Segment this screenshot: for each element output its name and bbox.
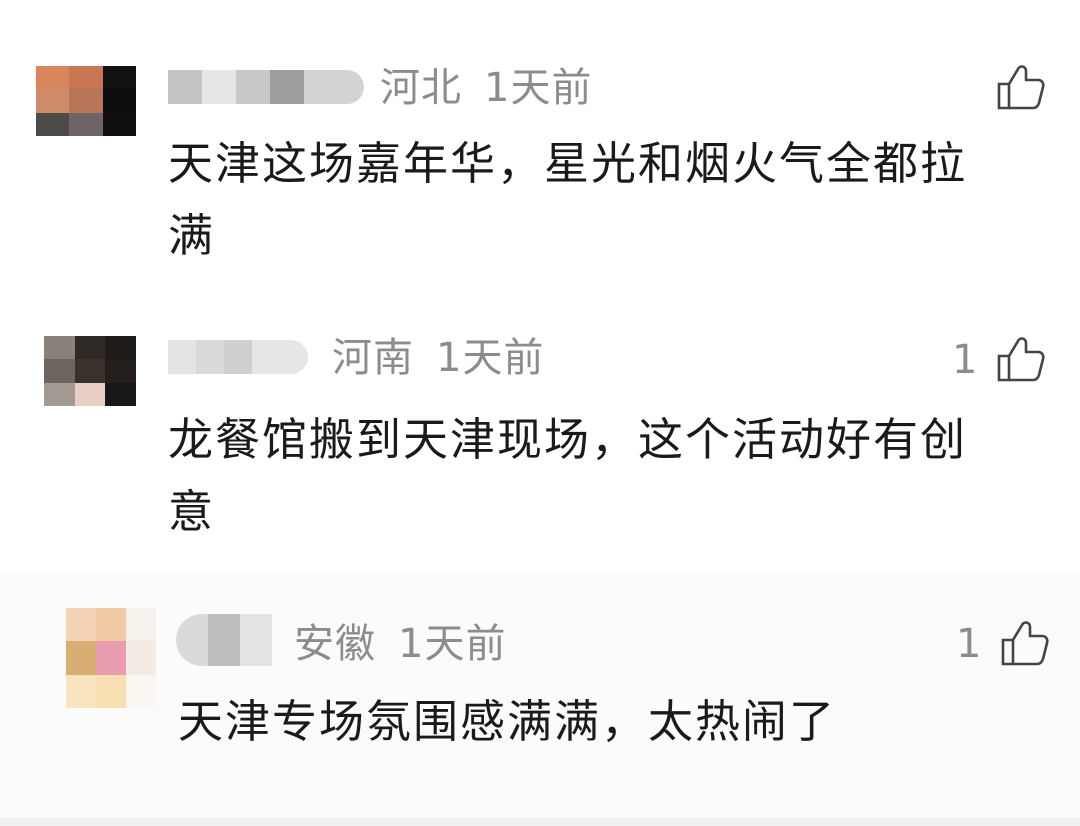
username-blurred[interactable] bbox=[168, 70, 364, 104]
thumbs-up-icon[interactable] bbox=[996, 62, 1046, 112]
comment-meta: 河北 1天前 bbox=[380, 66, 592, 110]
avatar[interactable] bbox=[36, 66, 136, 136]
username-blurred[interactable] bbox=[176, 614, 272, 666]
thumbs-up-icon[interactable] bbox=[1000, 618, 1050, 668]
thumbs-up-icon[interactable] bbox=[996, 334, 1046, 384]
timestamp: 1天前 bbox=[436, 335, 545, 381]
location: 安徽 bbox=[294, 621, 376, 667]
username-blurred[interactable] bbox=[168, 340, 308, 374]
like-count: 1 bbox=[952, 337, 978, 383]
like-count: 1 bbox=[956, 621, 982, 667]
avatar[interactable] bbox=[66, 608, 156, 708]
comment-text: 天津专场氛围感满满，太热闹了 bbox=[178, 695, 837, 748]
timestamp: 1天前 bbox=[484, 65, 593, 111]
location: 河南 bbox=[332, 335, 414, 381]
comment-text: 天津这场嘉年华，星光和烟火气全都拉 满 bbox=[168, 137, 968, 262]
divider bbox=[0, 818, 1080, 826]
comment-text: 龙餐馆搬到天津现场，这个活动好有创 意 bbox=[168, 413, 968, 538]
comment-meta: 安徽 1天前 bbox=[294, 622, 506, 666]
avatar[interactable] bbox=[44, 336, 136, 406]
comment-meta: 河南 1天前 bbox=[332, 336, 544, 380]
timestamp: 1天前 bbox=[398, 621, 507, 667]
location: 河北 bbox=[380, 65, 462, 111]
